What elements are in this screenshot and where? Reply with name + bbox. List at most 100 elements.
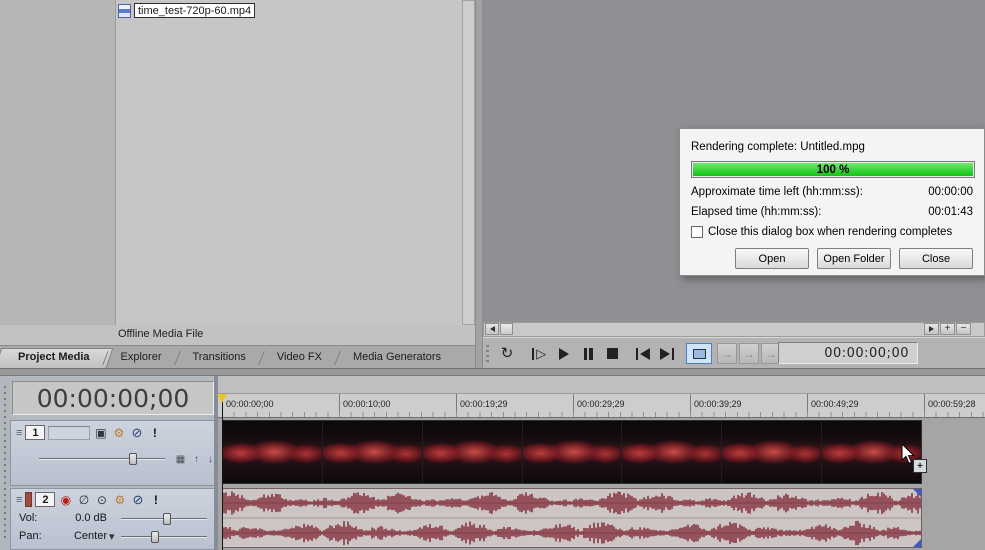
pause-button[interactable] xyxy=(576,343,600,364)
tab-video-fx[interactable]: Video FX xyxy=(263,346,336,368)
play-button[interactable] xyxy=(552,343,576,364)
vegas-main-window: time_test-720p-60.mp4 Offline Media File… xyxy=(0,0,985,550)
audio-track-header[interactable]: ≡ 2 ◉ ∅ ⊙ ⚙ ⊘ ! Vol: 0.0 dB Pan: Center … xyxy=(10,488,218,550)
media-file-name[interactable]: time_test-720p-60.mp4 xyxy=(134,3,256,18)
track-drag-handle[interactable]: ≡ xyxy=(16,427,22,439)
audio-mute-icon[interactable]: ⊘ xyxy=(130,492,145,507)
go-to-end-button[interactable] xyxy=(655,343,679,364)
close-dialog-checkbox-label: Close this dialog box when rendering com… xyxy=(708,226,953,238)
dialog-buttons: Open Open Folder Close xyxy=(735,248,973,269)
loop-playback-button[interactable]: ↻ xyxy=(495,343,519,364)
external-monitor-button[interactable] xyxy=(686,343,712,364)
video-track-row[interactable] xyxy=(218,418,985,486)
progress-percent-label: 100 % xyxy=(816,163,850,176)
composite-level-slider[interactable] xyxy=(39,453,165,465)
slider-track xyxy=(121,536,207,538)
project-media-list[interactable]: time_test-720p-60.mp4 xyxy=(116,0,462,325)
track-color-patch xyxy=(25,492,33,507)
video-track-name-field[interactable] xyxy=(48,425,91,440)
media-pane-status: Offline Media File xyxy=(0,325,475,345)
video-frame-thumbnail xyxy=(622,421,723,483)
transport-timecode-field[interactable]: 00:00:00;00 xyxy=(778,342,918,364)
pan-label: Pan: xyxy=(19,530,42,542)
transport-extra-button-2[interactable]: → xyxy=(739,343,759,364)
slider-handle[interactable] xyxy=(163,513,171,525)
approx-time-label: Approximate time left (hh:mm:ss): xyxy=(691,186,863,198)
tab-transitions[interactable]: Transitions xyxy=(179,346,260,368)
open-folder-button[interactable]: Open Folder xyxy=(817,248,891,269)
preview-hscrollbar[interactable]: + − xyxy=(483,322,985,337)
timeline-grip-strip[interactable] xyxy=(0,376,10,550)
fade-handle[interactable] xyxy=(913,539,921,547)
transport-grip[interactable] xyxy=(486,345,489,363)
make-compositing-parent-icon[interactable]: ↑ xyxy=(189,452,204,467)
volume-label: Vol: xyxy=(19,512,38,524)
fade-handle[interactable] xyxy=(913,489,921,497)
phase-invert-icon[interactable]: ∅ xyxy=(76,492,91,507)
transport-extra-button-1[interactable]: → xyxy=(717,343,737,364)
volume-slider[interactable] xyxy=(121,513,207,525)
waveform-left-channel xyxy=(223,491,921,515)
zoom-out-button[interactable]: − xyxy=(956,323,971,335)
video-event[interactable] xyxy=(222,420,922,484)
slider-handle[interactable] xyxy=(151,531,159,543)
scroll-right-button[interactable] xyxy=(924,323,939,335)
slider-handle[interactable] xyxy=(129,453,137,465)
slider-track xyxy=(39,458,165,460)
video-frame-thumbnail xyxy=(422,421,523,483)
timeline-section: 00:00:00;00 ≡ 1 ▣ ⚙ ⊘ ! ▦ ↑ ↓ ≡ 2 ◉ ∅ ⊙ … xyxy=(0,376,985,550)
track-drag-handle[interactable]: ≡ xyxy=(16,494,22,506)
volume-value[interactable]: 0.0 dB xyxy=(55,512,107,524)
tab-project-media[interactable]: Project Media xyxy=(4,346,104,368)
offline-media-status: Offline Media File xyxy=(118,328,204,340)
close-button[interactable]: Close xyxy=(899,248,973,269)
media-file-icon xyxy=(118,3,131,18)
stop-button[interactable] xyxy=(600,343,624,364)
track-motion-icon[interactable]: ▣ xyxy=(93,425,108,440)
pan-dropdown-icon[interactable]: ▾ xyxy=(109,530,115,543)
marker-bar[interactable] xyxy=(218,376,985,394)
play-from-start-button[interactable]: ▷ xyxy=(527,343,551,364)
window-dock-tabs: Project Media Explorer Transitions Video… xyxy=(0,345,475,368)
video-frame-thumbnail xyxy=(522,421,623,483)
tab-media-generators[interactable]: Media Generators xyxy=(339,346,455,368)
approx-time-row: Approximate time left (hh:mm:ss): 00:00:… xyxy=(691,186,973,198)
video-track-header[interactable]: ≡ 1 ▣ ⚙ ⊘ ! ▦ ↑ ↓ xyxy=(10,420,218,486)
ruler-tick: 00:00:59;28 xyxy=(924,394,976,418)
audio-solo-icon[interactable]: ! xyxy=(148,492,163,507)
scroll-left-button[interactable] xyxy=(485,323,499,335)
automation-gear-icon[interactable]: ⚙ xyxy=(112,492,127,507)
video-mute-icon[interactable]: ⊘ xyxy=(129,425,144,440)
audio-track-row[interactable] xyxy=(218,486,985,550)
video-frame-thumbnail xyxy=(322,421,423,483)
ruler-tick: 00:00:29;29 xyxy=(573,394,625,418)
media-file-item[interactable]: time_test-720p-60.mp4 xyxy=(118,2,256,19)
compositing-mode-icon[interactable]: ▦ xyxy=(173,452,188,467)
track-fx-gear-icon[interactable]: ⚙ xyxy=(111,425,126,440)
ruler-tick: 00:00:39;29 xyxy=(690,394,742,418)
open-button[interactable]: Open xyxy=(735,248,809,269)
go-to-start-button[interactable] xyxy=(631,343,655,364)
audio-event[interactable] xyxy=(222,488,922,548)
elapsed-time-value: 00:01:43 xyxy=(928,206,973,218)
approx-time-value: 00:00:00 xyxy=(928,186,973,198)
horizontal-splitter[interactable] xyxy=(0,368,985,376)
close-dialog-checkbox[interactable] xyxy=(691,226,703,238)
ruler-tick: 00:00:49;29 xyxy=(807,394,859,418)
media-list-scrollbar[interactable] xyxy=(462,0,475,325)
edit-cursor-line xyxy=(222,394,223,550)
scrollbar-thumb[interactable] xyxy=(500,323,513,335)
video-frame-thumbnail xyxy=(223,421,323,483)
pan-slider[interactable] xyxy=(121,531,207,543)
vertical-pane-splitter[interactable] xyxy=(475,0,483,368)
video-solo-icon[interactable]: ! xyxy=(147,425,162,440)
record-arm-icon[interactable]: ◉ xyxy=(58,492,73,507)
tab-explorer[interactable]: Explorer xyxy=(107,346,176,368)
edit-cursor-head[interactable] xyxy=(217,394,227,403)
zoom-in-button[interactable]: + xyxy=(940,323,955,335)
pan-value[interactable]: Center xyxy=(55,530,107,542)
video-track-number: 1 xyxy=(25,425,46,440)
time-ruler[interactable]: 00:00:00;00 00:00:10;00 00:00:19;29 00:0… xyxy=(218,394,985,418)
audio-track-fx-icon[interactable]: ⊙ xyxy=(94,492,109,507)
timeline-timecode-display[interactable]: 00:00:00;00 xyxy=(12,381,214,415)
